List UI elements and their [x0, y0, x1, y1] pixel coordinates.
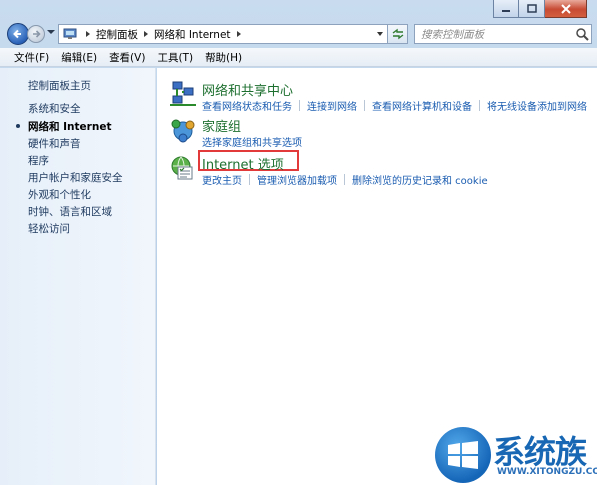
link-divider: [249, 174, 250, 185]
link-view-network-computers[interactable]: 查看网络计算机和设备: [372, 98, 472, 113]
minimize-button[interactable]: [493, 0, 519, 18]
main-content: 网络和共享中心 查看网络状态和任务 连接到网络 查看网络计算机和设备 将无线设备…: [157, 68, 597, 485]
current-item-bullet: [16, 124, 20, 128]
watermark-url: WWW.XITONGZU.COM: [497, 467, 597, 477]
recent-pages-dropdown[interactable]: [47, 30, 55, 34]
arrow-right-icon: [33, 30, 41, 38]
network-sharing-icon[interactable]: [169, 80, 197, 108]
breadcrumb-control-panel[interactable]: 控制面板: [96, 27, 138, 42]
sidebar: 控制面板主页 系统和安全 网络和 Internet 硬件和声音 程序 用户帐户和…: [0, 68, 156, 485]
sidebar-item-appearance[interactable]: 外观和个性化: [28, 187, 91, 202]
sidebar-item-hardware-sound[interactable]: 硬件和声音: [28, 136, 81, 151]
link-add-wireless-device[interactable]: 将无线设备添加到网络: [487, 98, 587, 113]
control-panel-icon: [63, 28, 77, 40]
category-title[interactable]: Internet 选项: [202, 154, 284, 173]
category-links: 查看网络状态和任务 连接到网络 查看网络计算机和设备 将无线设备添加到网络: [202, 98, 587, 113]
menu-help[interactable]: 帮助(H): [199, 50, 248, 65]
category-network-sharing: 网络和共享中心 查看网络状态和任务 连接到网络 查看网络计算机和设备 将无线设备…: [169, 80, 589, 114]
chevron-down-icon[interactable]: [377, 32, 383, 36]
link-delete-history[interactable]: 删除浏览的历史记录和 cookie: [352, 172, 488, 187]
menu-file[interactable]: 文件(F): [8, 50, 55, 65]
window-controls: [493, 0, 587, 18]
arrow-left-icon: [13, 29, 21, 39]
forward-button[interactable]: [27, 25, 45, 43]
menu-tools[interactable]: 工具(T): [151, 50, 199, 65]
sidebar-item-system-security[interactable]: 系统和安全: [28, 101, 81, 116]
category-internet-options: Internet 选项 更改主页 管理浏览器加载项 删除浏览的历史记录和 coo…: [169, 150, 589, 188]
maximize-icon: [526, 4, 537, 13]
homegroup-icon[interactable]: [169, 116, 197, 144]
sidebar-item-programs[interactable]: 程序: [28, 153, 49, 168]
link-view-network-status[interactable]: 查看网络状态和任务: [202, 98, 292, 113]
sidebar-item-clock-language[interactable]: 时钟、语言和区域: [28, 204, 112, 219]
link-divider: [344, 174, 345, 185]
link-divider: [364, 100, 365, 111]
minimize-icon: [502, 9, 510, 12]
windows-logo-icon: [435, 427, 491, 483]
link-homegroup-options[interactable]: 选择家庭组和共享选项: [202, 134, 302, 149]
sidebar-item-ease-of-access[interactable]: 轻松访问: [28, 221, 70, 236]
refresh-icon: [392, 28, 403, 40]
search-input[interactable]: 搜索控制面板: [415, 27, 573, 42]
back-button[interactable]: [7, 23, 29, 45]
category-title[interactable]: 家庭组: [202, 116, 241, 135]
link-change-home-page[interactable]: 更改主页: [202, 172, 242, 187]
maximize-button[interactable]: [519, 0, 545, 18]
close-button[interactable]: [545, 0, 587, 18]
category-homegroup: 家庭组 选择家庭组和共享选项: [169, 116, 589, 150]
link-divider: [299, 100, 300, 111]
navigation-bar: 控制面板 网络和 Internet 搜索控制面板: [0, 22, 597, 46]
category-title[interactable]: 网络和共享中心: [202, 80, 293, 99]
internet-options-icon[interactable]: [169, 154, 197, 182]
search-box[interactable]: 搜索控制面板: [414, 24, 592, 44]
search-icon[interactable]: [573, 25, 591, 43]
menu-bar: 文件(F) 编辑(E) 查看(V) 工具(T) 帮助(H): [0, 48, 597, 67]
watermark: 系统族 WWW.XITONGZU.COM: [427, 421, 597, 485]
menu-edit[interactable]: 编辑(E): [55, 50, 103, 65]
chevron-right-icon: [236, 31, 241, 37]
menu-view[interactable]: 查看(V): [103, 50, 151, 65]
explorer-window: 控制面板 网络和 Internet 搜索控制面板 文件(F) 编辑(E) 查看(…: [0, 0, 597, 485]
sidebar-item-user-accounts[interactable]: 用户帐户和家庭安全: [28, 170, 123, 185]
sidebar-item-control-panel-home[interactable]: 控制面板主页: [28, 78, 91, 93]
close-icon: [560, 3, 571, 14]
category-links: 更改主页 管理浏览器加载项 删除浏览的历史记录和 cookie: [202, 172, 488, 187]
link-divider: [479, 100, 480, 111]
link-manage-add-ons[interactable]: 管理浏览器加载项: [257, 172, 337, 187]
address-bar[interactable]: 控制面板 网络和 Internet: [58, 24, 388, 44]
sidebar-item-network-internet: 网络和 Internet: [28, 121, 112, 133]
breadcrumb-network[interactable]: 网络和 Internet: [154, 27, 231, 42]
category-links: 选择家庭组和共享选项: [202, 134, 302, 149]
link-connect-network[interactable]: 连接到网络: [307, 98, 357, 113]
chevron-right-icon: [144, 31, 148, 37]
chevron-right-icon: [86, 31, 90, 37]
refresh-button[interactable]: [388, 24, 408, 44]
